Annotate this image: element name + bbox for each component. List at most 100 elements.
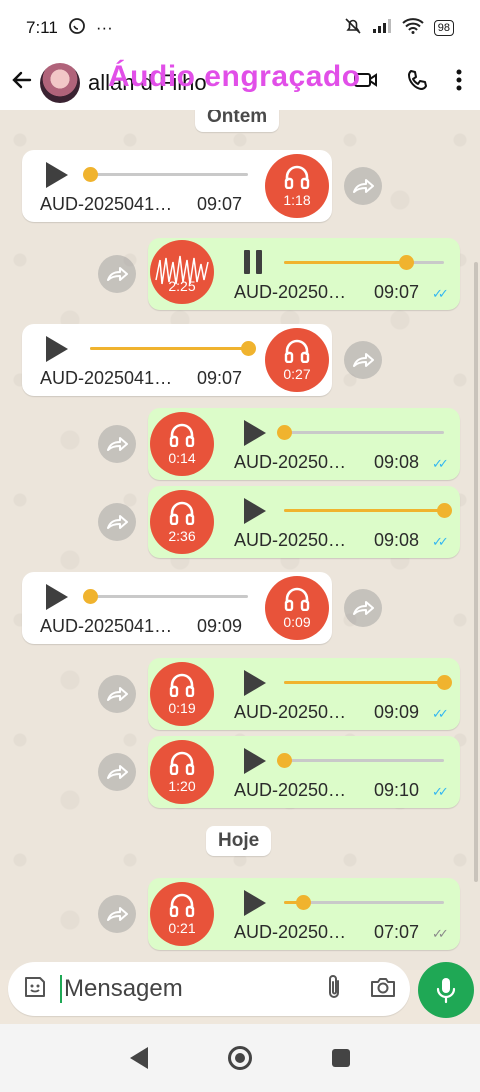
audio-duration: 2:36 <box>168 528 196 544</box>
seek-handle[interactable] <box>277 425 292 440</box>
headphones-icon <box>169 751 195 775</box>
whatsapp-status-icon <box>68 17 86 40</box>
seek-handle[interactable] <box>241 341 256 356</box>
audio-seek-bar[interactable] <box>277 753 444 768</box>
status-bar: 7:11 ··· 98 <box>0 0 480 56</box>
audio-message-in[interactable]: AUD-2025041… 09:09 0:09 <box>22 572 332 644</box>
audio-message-in[interactable]: AUD-2025041… 09:07 0:27 <box>22 324 332 396</box>
waveform-icon <box>155 255 209 285</box>
status-more-dots: ··· <box>95 18 113 37</box>
seek-handle[interactable] <box>296 895 312 910</box>
audio-message-out[interactable]: AUD-20250… 09:09 ✓✓ 0:19 <box>148 658 460 730</box>
audio-message-out[interactable]: AUD-20250… 09:08 ✓✓ 0:14 <box>148 408 460 480</box>
message-time: 09:07 <box>374 282 420 302</box>
message-time: 09:10 <box>374 780 420 800</box>
camera-icon[interactable] <box>370 976 396 1003</box>
audio-seek-bar[interactable] <box>284 503 452 518</box>
audio-duration: 0:09 <box>283 614 311 630</box>
forward-icon[interactable] <box>344 589 382 627</box>
forward-icon[interactable] <box>98 255 136 293</box>
audio-duration-badge: 2:36 <box>150 490 214 554</box>
audio-message-out[interactable]: AUD-20250… 07:07 ✓✓ 0:21 <box>148 878 460 950</box>
message-time: 07:07 <box>374 922 420 942</box>
seek-handle[interactable] <box>398 255 414 270</box>
audio-file-name: AUD-20250… <box>234 452 347 472</box>
forward-icon[interactable] <box>344 341 382 379</box>
forward-icon[interactable] <box>98 895 136 933</box>
nav-home-icon[interactable] <box>228 1046 252 1070</box>
mute-bell-icon <box>344 17 362 40</box>
play-icon[interactable] <box>46 162 68 188</box>
audio-seek-bar[interactable] <box>284 895 444 910</box>
system-nav-bar <box>0 1024 480 1092</box>
forward-icon[interactable] <box>98 753 136 791</box>
seek-handle[interactable] <box>277 753 292 768</box>
phone-call-icon[interactable] <box>406 69 428 98</box>
audio-duration-badge: 0:19 <box>150 662 214 726</box>
play-icon[interactable] <box>46 584 68 610</box>
chat-scrollbar[interactable] <box>474 262 478 882</box>
audio-file-name: AUD-20250… <box>234 780 347 800</box>
sticker-icon[interactable] <box>22 974 48 1005</box>
voice-record-button[interactable] <box>418 962 474 1018</box>
audio-duration: 0:27 <box>283 366 311 382</box>
read-receipt-icon: ✓✓ <box>432 784 449 799</box>
read-receipt-icon: ✓✓ <box>432 534 449 549</box>
delivered-receipt-icon: ✓✓ <box>432 926 449 941</box>
message-input[interactable] <box>60 975 290 1003</box>
headphones-icon <box>284 339 310 363</box>
seek-handle[interactable] <box>83 589 98 604</box>
message-time: 09:08 <box>374 530 420 550</box>
audio-file-name: AUD-20250… <box>234 702 347 722</box>
headphones-icon <box>284 587 310 611</box>
play-icon[interactable] <box>244 420 266 446</box>
forward-icon[interactable] <box>98 503 136 541</box>
play-icon[interactable] <box>244 498 266 524</box>
play-icon[interactable] <box>244 670 266 696</box>
message-composer <box>8 962 410 1016</box>
nav-back-icon[interactable] <box>130 1047 148 1069</box>
pause-icon[interactable] <box>244 250 264 274</box>
chat-area[interactable]: Ontem Hoje AUD-2025041… 09:07 1:18 AUD-2025… <box>0 110 480 970</box>
battery-icon: 98 <box>433 20 454 36</box>
headphones-icon <box>284 165 310 189</box>
forward-icon[interactable] <box>344 167 382 205</box>
audio-duration-badge: 0:21 <box>150 882 214 946</box>
attach-paperclip-icon[interactable] <box>326 973 342 1006</box>
message-time: 09:07 <box>197 194 243 214</box>
chat-header: allan d Filho Áudio engraçado <box>0 56 480 110</box>
audio-message-out[interactable]: AUD-20250… 09:07 ✓✓ 2:25 <box>148 238 460 310</box>
forward-icon[interactable] <box>98 425 136 463</box>
audio-duration-badge: 0:14 <box>150 412 214 476</box>
audio-message-in[interactable]: AUD-2025041… 09:07 1:18 <box>22 150 332 222</box>
wifi-icon <box>402 17 424 39</box>
seek-handle[interactable] <box>437 675 452 690</box>
back-arrow-icon[interactable] <box>2 68 42 99</box>
forward-icon[interactable] <box>98 675 136 713</box>
read-receipt-icon: ✓✓ <box>432 286 449 301</box>
read-receipt-icon: ✓✓ <box>432 456 449 471</box>
overlay-title: Áudio engraçado <box>108 60 361 93</box>
play-icon[interactable] <box>244 748 266 774</box>
message-time: 09:09 <box>197 616 243 636</box>
audio-seek-bar[interactable] <box>90 341 256 356</box>
seek-handle[interactable] <box>83 167 98 182</box>
audio-message-out[interactable]: AUD-20250… 09:08 ✓✓ 2:36 <box>148 486 460 558</box>
audio-file-name: AUD-20250… <box>234 922 347 942</box>
play-icon[interactable] <box>244 890 266 916</box>
play-icon[interactable] <box>46 336 68 362</box>
audio-duration: 0:19 <box>168 700 196 716</box>
audio-duration-badge: 1:20 <box>150 740 214 804</box>
audio-seek-bar[interactable] <box>277 425 444 440</box>
audio-seek-bar[interactable] <box>284 675 452 690</box>
audio-seek-bar[interactable] <box>83 167 248 182</box>
audio-seek-bar[interactable] <box>83 589 248 604</box>
more-options-icon[interactable] <box>456 69 462 98</box>
audio-seek-bar[interactable] <box>284 255 444 270</box>
audio-file-name: AUD-20250… <box>234 282 347 302</box>
seek-handle[interactable] <box>437 503 452 518</box>
nav-recents-icon[interactable] <box>332 1049 350 1067</box>
audio-duration: 0:21 <box>168 920 196 936</box>
audio-message-out[interactable]: AUD-20250… 09:10 ✓✓ 1:20 <box>148 736 460 808</box>
contact-avatar[interactable] <box>40 63 80 103</box>
